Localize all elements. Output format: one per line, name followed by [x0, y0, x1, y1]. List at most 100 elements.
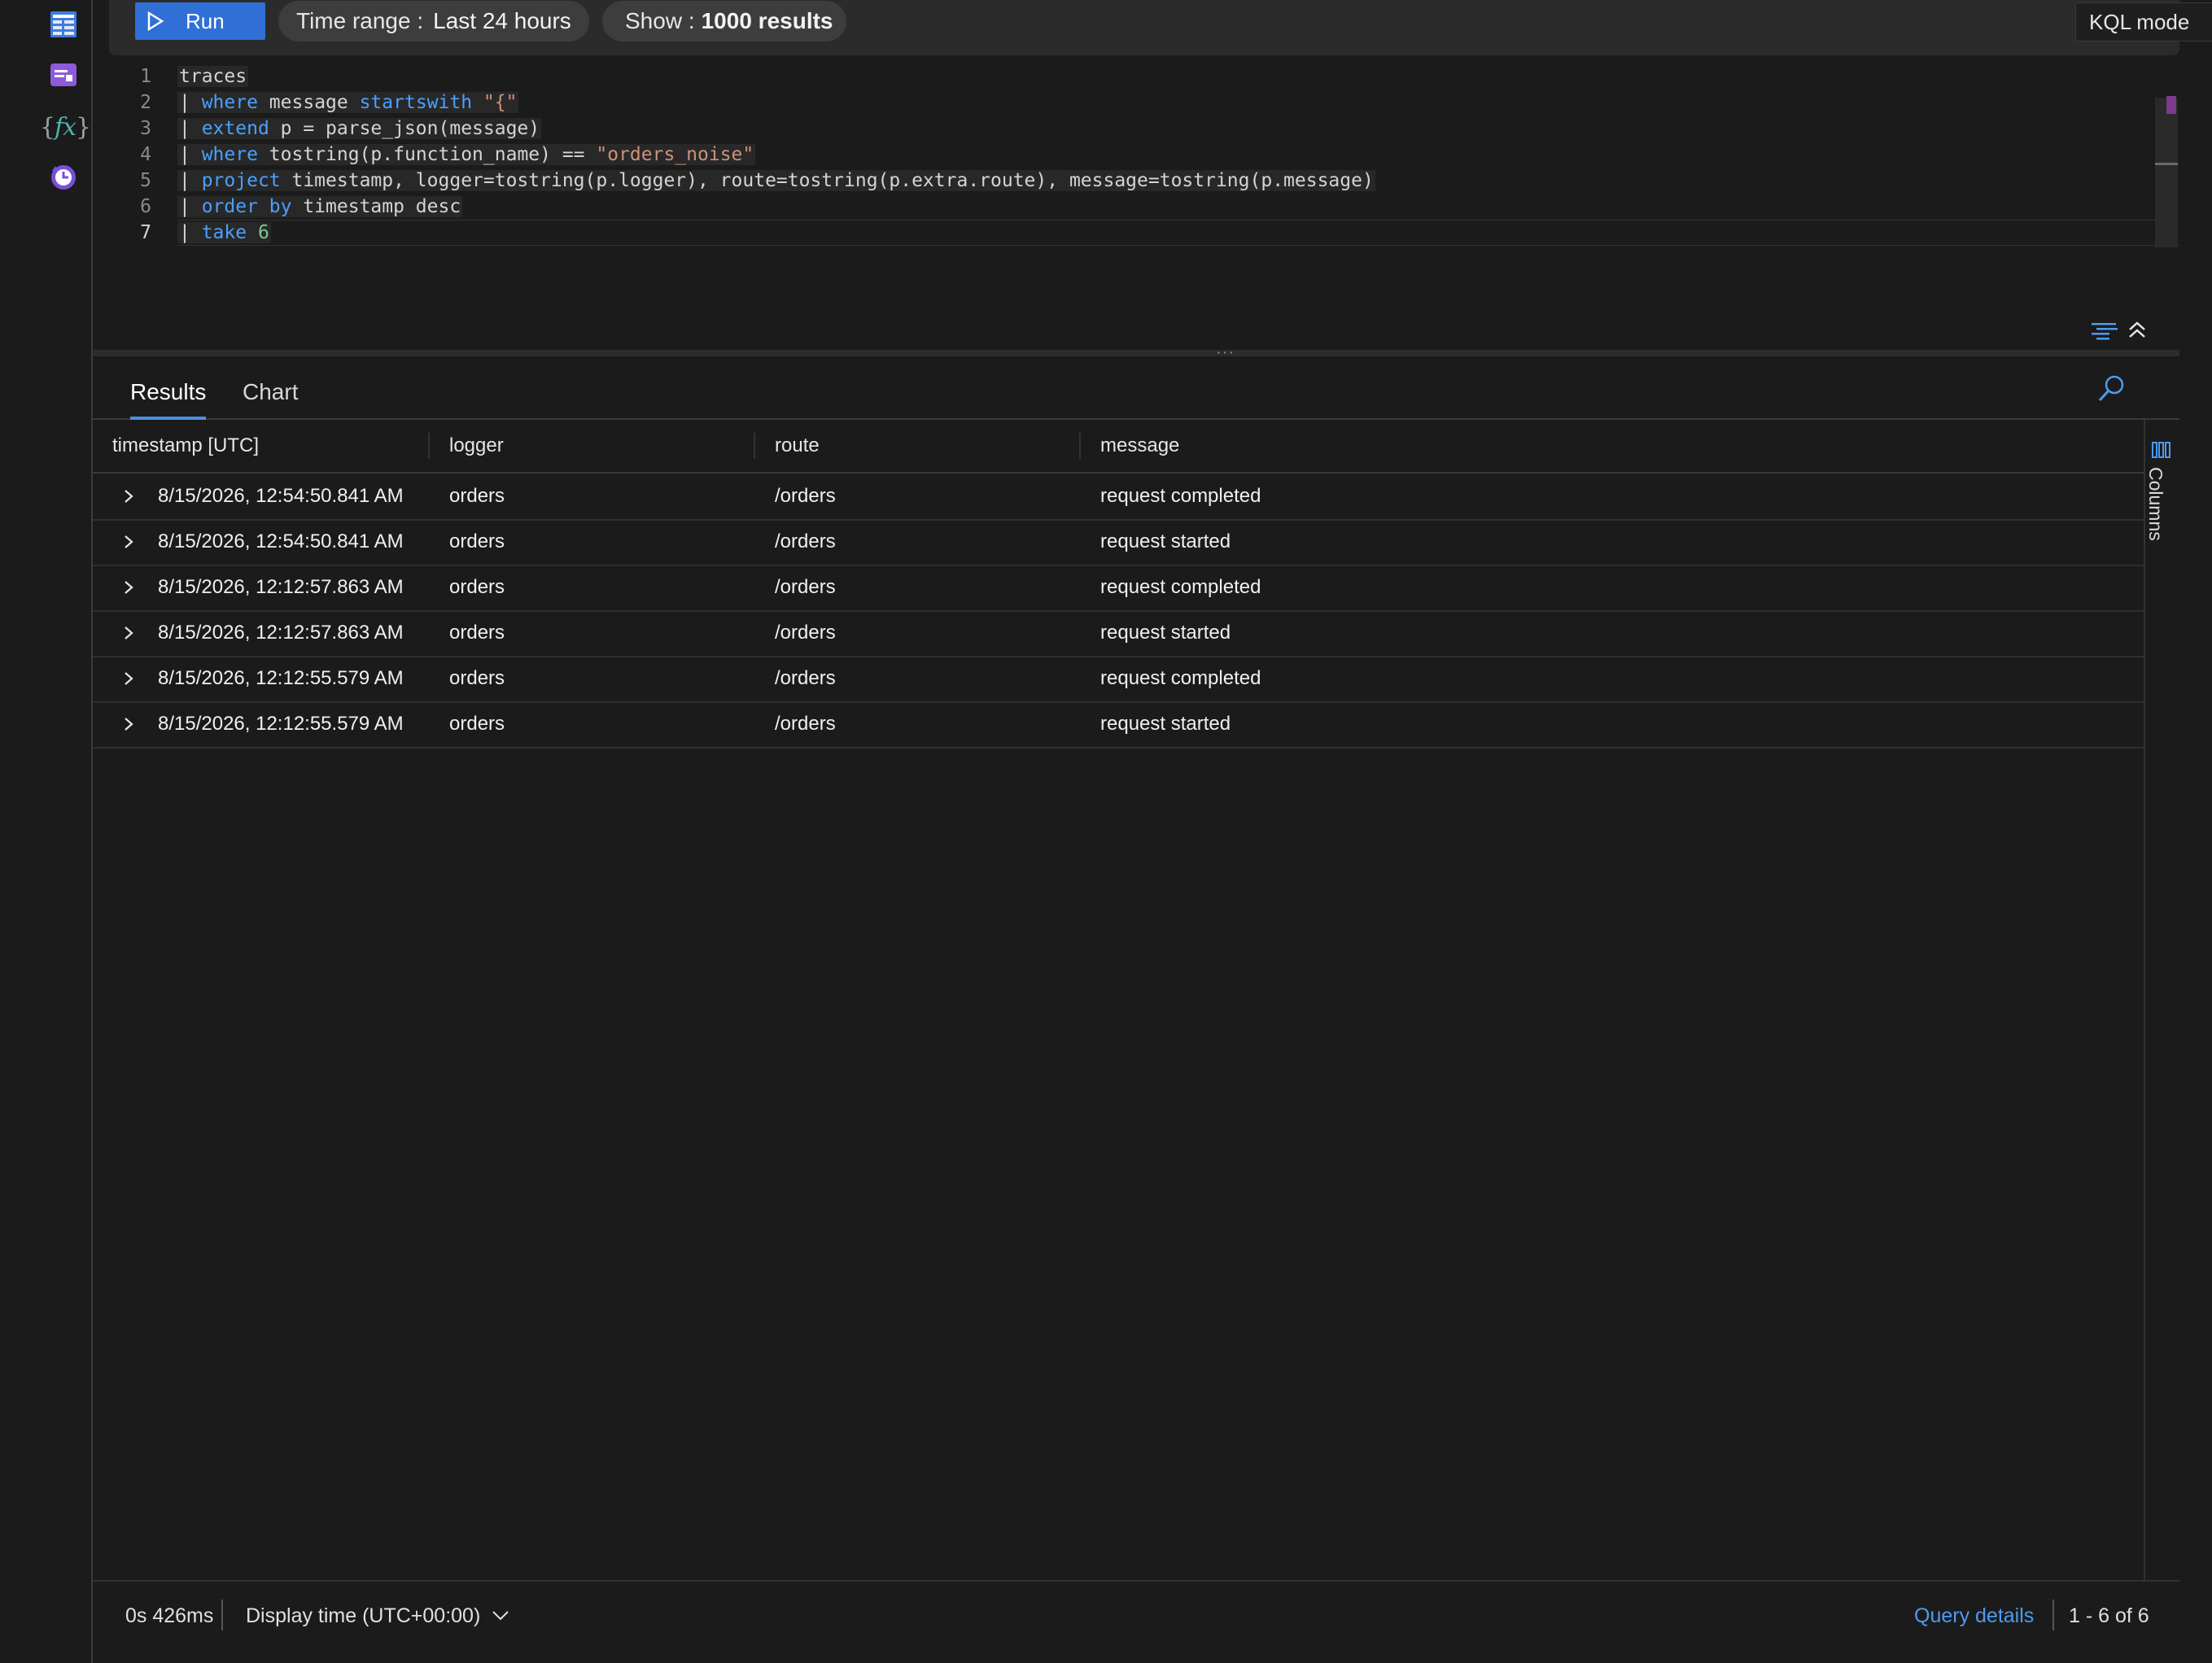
cell-route: /orders	[775, 576, 836, 598]
line-number: 3	[140, 118, 151, 139]
column-header-message[interactable]: message	[1100, 420, 1179, 472]
line-number: 7	[140, 222, 151, 243]
code-token: timestamp, logger=tostring(p.logger), ro…	[280, 170, 1374, 191]
code-keyword: extend	[201, 118, 269, 139]
tab-label: Chart	[243, 379, 299, 404]
editor-line: 2 | where message startswith "{"	[109, 89, 2144, 116]
display-time-dropdown[interactable]: Display time (UTC+00:00)	[246, 1582, 509, 1650]
cell-timestamp: 8/15/2026, 12:12:57.863 AM	[158, 576, 404, 598]
line-number: 1	[140, 66, 151, 87]
functions-icon[interactable]: {fx}	[40, 111, 91, 143]
column-header-label: logger	[449, 434, 504, 456]
cell-logger: orders	[449, 485, 505, 507]
play-icon	[147, 11, 164, 31]
table-row[interactable]: 8/15/2026, 12:12:55.579 AM orders /order…	[93, 701, 2144, 749]
column-divider[interactable]	[428, 433, 430, 459]
code-token: |	[179, 222, 202, 243]
expand-row-icon[interactable]	[117, 667, 140, 690]
code-token: traces	[179, 66, 247, 87]
editor-line: 1 traces	[109, 63, 2144, 89]
cell-logger: orders	[449, 576, 505, 598]
status-divider	[2052, 1600, 2054, 1630]
column-divider[interactable]	[754, 433, 755, 459]
query-toolbar: Run Time range : Last 24 hours Show : 10…	[109, 0, 2212, 55]
editor-line: 4 | where tostring(p.function_name) == "…	[109, 142, 2144, 168]
results-tabs: Results Chart	[93, 366, 2179, 420]
columns-panel-label: Columns	[2145, 467, 2166, 541]
cell-message: request completed	[1100, 576, 1261, 598]
tab-results[interactable]: Results	[130, 366, 207, 420]
expand-row-icon[interactable]	[117, 622, 140, 644]
code-keyword: startswith	[359, 92, 473, 113]
cell-timestamp: 8/15/2026, 12:54:50.841 AM	[158, 485, 404, 507]
column-header-logger[interactable]: logger	[449, 420, 504, 472]
column-divider[interactable]	[1079, 433, 1081, 459]
cell-route: /orders	[775, 485, 836, 507]
history-icon[interactable]	[47, 161, 80, 194]
table-row[interactable]: 8/15/2026, 12:54:50.841 AM orders /order…	[93, 519, 2144, 566]
cell-route: /orders	[775, 530, 836, 552]
cell-message: request started	[1100, 622, 1231, 644]
cell-route: /orders	[775, 667, 836, 689]
line-number: 5	[140, 170, 151, 191]
cell-timestamp: 8/15/2026, 12:54:50.841 AM	[158, 530, 404, 552]
code-token: |	[179, 170, 202, 191]
code-keyword: take	[201, 222, 247, 243]
code-keyword: project	[201, 170, 281, 191]
code-token: p = parse_json(message)	[269, 118, 540, 139]
query-duration: 0s 426ms	[125, 1604, 214, 1627]
query-details-link[interactable]: Query details	[1914, 1582, 2034, 1650]
pane-splitter[interactable]: ···	[93, 343, 2179, 361]
cell-logger: orders	[449, 713, 505, 735]
table-row[interactable]: 8/15/2026, 12:54:50.841 AM orders /order…	[93, 474, 2144, 521]
expand-row-icon[interactable]	[117, 576, 140, 599]
columns-icon	[2152, 442, 2170, 458]
format-query-icon[interactable]	[2090, 318, 2121, 343]
cell-message: request completed	[1100, 667, 1261, 689]
status-divider	[221, 1600, 223, 1630]
column-header-route[interactable]: route	[775, 420, 820, 472]
cell-timestamp: 8/15/2026, 12:12:55.579 AM	[158, 667, 404, 689]
editor-line: 3 | extend p = parse_json(message)	[109, 116, 2144, 142]
run-button[interactable]: Run	[135, 2, 265, 40]
cell-timestamp: 8/15/2026, 12:12:57.863 AM	[158, 622, 404, 644]
table-row[interactable]: 8/15/2026, 12:12:57.863 AM orders /order…	[93, 610, 2144, 657]
collapse-editor-icon[interactable]	[2127, 320, 2147, 341]
cell-timestamp: 8/15/2026, 12:12:55.579 AM	[158, 713, 404, 735]
expand-row-icon[interactable]	[117, 530, 140, 553]
show-value: 1000 results	[701, 8, 833, 33]
column-header-label: route	[775, 434, 820, 456]
editor-scrollbar[interactable]	[2155, 98, 2178, 247]
code-string: "{"	[483, 92, 518, 113]
cell-logger: orders	[449, 622, 505, 644]
table-row[interactable]: 8/15/2026, 12:12:57.863 AM orders /order…	[93, 565, 2144, 612]
result-limit-picker[interactable]: Show : 1000 results	[602, 1, 846, 41]
kql-mode-dropdown[interactable]: KQL mode	[2075, 2, 2212, 41]
left-sidebar: {fx}	[0, 0, 93, 1663]
cell-route: /orders	[775, 622, 836, 644]
cell-message: request started	[1100, 713, 1231, 735]
editor-line: 6 | order by timestamp desc	[109, 194, 2144, 220]
run-label: Run	[186, 8, 225, 33]
column-header-timestamp[interactable]: timestamp [UTC]	[112, 420, 259, 472]
search-icon[interactable]	[2095, 373, 2127, 405]
show-label: Show :	[625, 8, 695, 33]
line-number: 4	[140, 144, 151, 165]
cell-route: /orders	[775, 713, 836, 735]
code-token: |	[179, 144, 202, 165]
code-number: 6	[257, 222, 269, 243]
code-token: tostring(p.function_name) ==	[257, 144, 597, 165]
tab-chart[interactable]: Chart	[243, 366, 298, 418]
queries-icon[interactable]	[47, 59, 80, 91]
scrollbar-thumb[interactable]	[2155, 163, 2178, 165]
query-editor[interactable]: 1 traces 2 | where message startswith "{…	[109, 63, 2179, 247]
expand-row-icon[interactable]	[117, 485, 140, 508]
tables-icon[interactable]	[47, 8, 80, 41]
cell-message: request started	[1100, 530, 1231, 552]
table-row[interactable]: 8/15/2026, 12:12:55.579 AM orders /order…	[93, 656, 2144, 703]
column-header-label: timestamp [UTC]	[112, 434, 260, 456]
grid-right-border	[2144, 420, 2145, 1580]
time-range-picker[interactable]: Time range : Last 24 hours	[278, 1, 589, 41]
code-token: |	[179, 92, 202, 113]
expand-row-icon[interactable]	[117, 713, 140, 735]
